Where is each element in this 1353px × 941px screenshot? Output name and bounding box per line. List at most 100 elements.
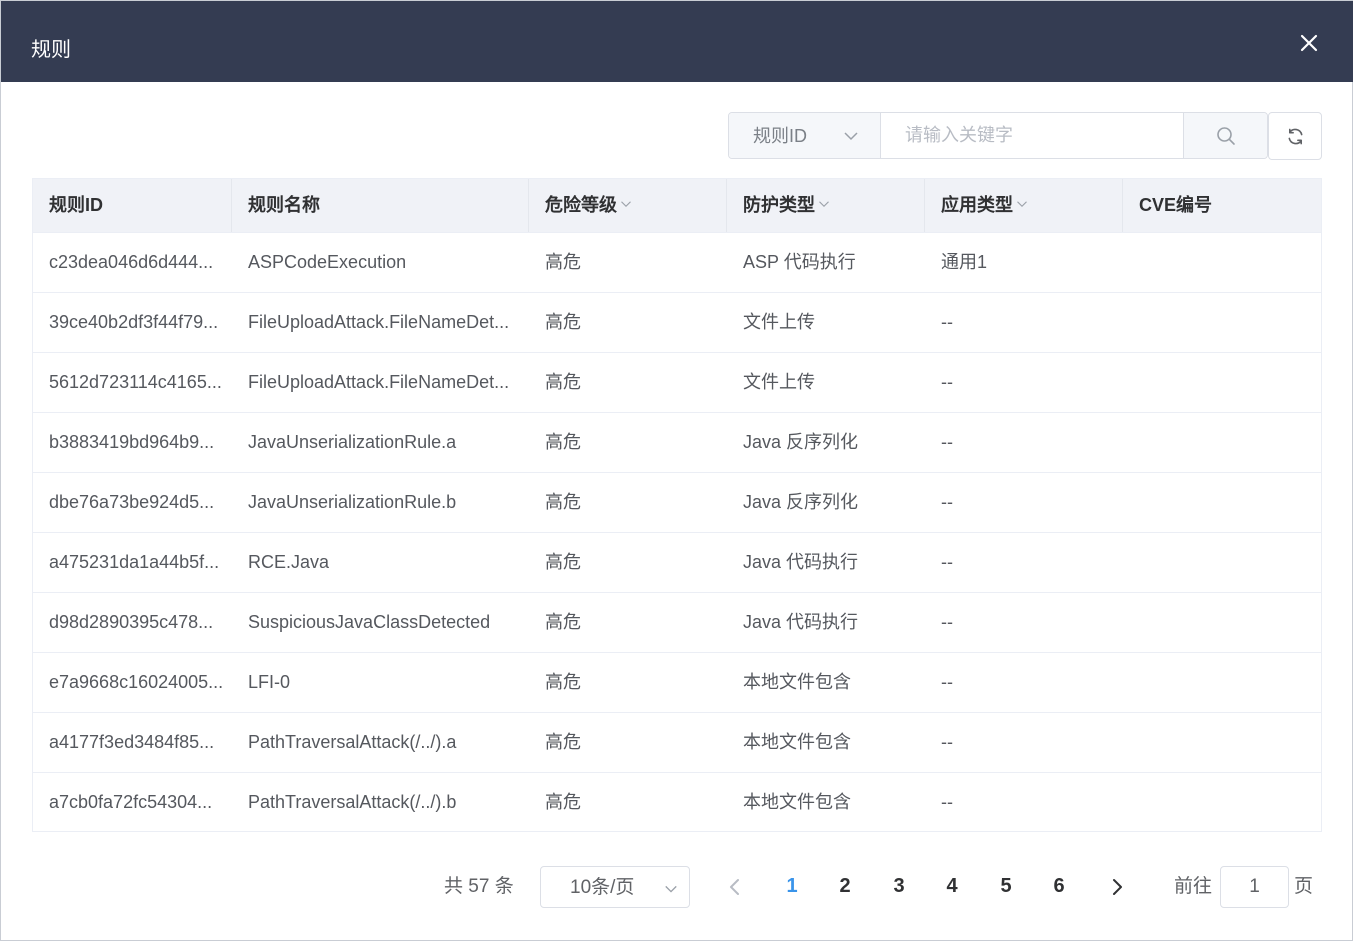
table-cell: b3883419bd964b9...: [49, 432, 215, 452]
page-number[interactable]: 1: [777, 873, 807, 899]
close-button[interactable]: [1295, 29, 1323, 57]
chevron-left-icon: [730, 879, 739, 895]
table-cell: Java 代码执行: [743, 552, 859, 572]
column-header: CVE编号: [1123, 179, 1321, 232]
page-number[interactable]: 4: [937, 873, 967, 899]
table-row[interactable]: a4177f3ed3484f85... PathTraversalAttack(/…: [33, 712, 1321, 772]
table-cell: JavaUnserializationRule.b: [248, 492, 457, 512]
table-cell: 本地文件包含: [743, 732, 851, 752]
column-header[interactable]: 防护类型: [727, 179, 925, 232]
table-cell: [1123, 233, 1321, 292]
chevron-down-icon: [665, 885, 677, 893]
table-cell: PathTraversalAttack(/../).b: [248, 792, 457, 812]
table-row[interactable]: 39ce40b2df3f44f79... FileUploadAttack.Fil…: [33, 292, 1321, 352]
chevron-down-icon: [819, 201, 829, 208]
table-cell: JavaUnserializationRule.a: [248, 432, 457, 452]
table-cell: [1123, 773, 1321, 832]
table-cell: Java 反序列化: [743, 492, 859, 512]
table-row[interactable]: d98d2890395c478... SuspiciousJavaClassDet…: [33, 592, 1321, 652]
table-cell: a7cb0fa72fc54304...: [49, 792, 213, 812]
table-cell: [1123, 713, 1321, 772]
table-cell: 高危: [545, 552, 581, 572]
chevron-down-icon: [621, 201, 631, 208]
page-suffix-label: 页: [1294, 876, 1314, 897]
dialog-header: 规则: [1, 1, 1353, 82]
table-header: 规则ID 规则名称 危险等级 防护类型 应用类型 CVE编号: [33, 179, 1321, 232]
close-icon: [1300, 34, 1318, 52]
table-row[interactable]: c23dea046d6d444... ASPCodeExecution 高危 ASP …: [33, 232, 1321, 292]
page-size-value: 10条/页: [570, 877, 635, 898]
goto-page-input[interactable]: [1220, 866, 1289, 908]
table-cell: --: [941, 792, 953, 812]
pagination: 共 57 条 10条/页 123456 前往 页: [1, 865, 1353, 909]
table-cell: 高危: [545, 792, 581, 812]
dialog-title: 规则: [31, 39, 71, 61]
table-cell: Java 反序列化: [743, 432, 859, 452]
column-header[interactable]: 应用类型: [925, 179, 1123, 232]
column-header-label: 规则名称: [248, 195, 320, 215]
page-number[interactable]: 2: [830, 873, 860, 899]
table-cell: 5612d723114c4165...: [49, 372, 222, 392]
column-header[interactable]: 危险等级: [529, 179, 727, 232]
table-cell: --: [941, 372, 953, 392]
table-cell: FileUploadAttack.FileNameDet...: [248, 312, 510, 332]
refresh-button[interactable]: [1268, 112, 1322, 160]
table-cell: 高危: [545, 312, 581, 332]
prev-page-button[interactable]: [723, 875, 747, 899]
chevron-right-icon: [1113, 879, 1122, 895]
chevron-down-icon: [844, 132, 858, 141]
table-cell: 高危: [545, 732, 581, 752]
table-row[interactable]: b3883419bd964b9... JavaUnserializationRul…: [33, 412, 1321, 472]
page-size-select[interactable]: 10条/页: [540, 866, 690, 908]
search-button[interactable]: [1183, 113, 1267, 158]
goto-label: 前往: [1174, 876, 1213, 897]
table-cell: [1123, 653, 1321, 712]
table-cell: [1123, 473, 1321, 532]
column-header-label: 规则ID: [49, 195, 103, 215]
table-cell: 通用1: [941, 252, 988, 272]
table-cell: [1123, 533, 1321, 592]
table-cell: dbe76a73be924d5...: [49, 492, 215, 512]
table-cell: 高危: [545, 492, 581, 512]
search-bar: 规则ID: [728, 112, 1268, 159]
table-row[interactable]: 5612d723114c4165... FileUploadAttack.File…: [33, 352, 1321, 412]
table-cell: 高危: [545, 432, 581, 452]
table-cell: 高危: [545, 372, 581, 392]
table-row[interactable]: a475231da1a44b5f... RCE.Java 高危 Java 代码执行 --: [33, 532, 1321, 592]
table-cell: FileUploadAttack.FileNameDet...: [248, 372, 510, 392]
next-page-button[interactable]: [1105, 875, 1129, 899]
table-cell: --: [941, 552, 953, 572]
column-header-label: 防护类型: [743, 195, 815, 215]
table-row[interactable]: a7cb0fa72fc54304... PathTraversalAttack(/…: [33, 772, 1321, 832]
table-row[interactable]: e7a9668c16024005... LFI-0 高危 本地文件包含 --: [33, 652, 1321, 712]
page-number[interactable]: 3: [884, 873, 914, 899]
refresh-icon: [1288, 128, 1303, 145]
search-icon: [1217, 127, 1235, 145]
table-cell: e7a9668c16024005...: [49, 672, 224, 692]
rules-dialog: 规则 规则ID 规则ID规则名称危险等: [0, 0, 1353, 941]
table-cell: --: [941, 432, 953, 452]
table-cell: 高危: [545, 672, 581, 692]
column-header: 规则ID: [33, 179, 232, 232]
table-cell: 文件上传: [743, 372, 815, 392]
table-cell: 高危: [545, 252, 581, 272]
table-row[interactable]: dbe76a73be924d5... JavaUnserializationRul…: [33, 472, 1321, 532]
page-number[interactable]: 6: [1044, 873, 1074, 899]
column-header: 规则名称: [232, 179, 529, 232]
table-cell: ASPCodeExecution: [248, 252, 407, 272]
search-field-select[interactable]: 规则ID: [729, 113, 881, 158]
table-cell: 本地文件包含: [743, 672, 851, 692]
table-cell: 39ce40b2df3f44f79...: [49, 312, 219, 332]
table-cell: d98d2890395c478...: [49, 612, 214, 632]
search-input[interactable]: [881, 113, 1183, 158]
column-header-label: CVE编号: [1139, 195, 1213, 215]
table-cell: LFI-0: [248, 672, 291, 692]
table-cell: [1123, 413, 1321, 472]
table-cell: SuspiciousJavaClassDetected: [248, 612, 491, 632]
table-cell: ASP 代码执行: [743, 252, 856, 272]
page-number[interactable]: 5: [991, 873, 1021, 899]
table-cell: --: [941, 612, 953, 632]
column-header-label: 危险等级: [545, 195, 617, 215]
table-cell: a4177f3ed3484f85...: [49, 732, 215, 752]
table-cell: --: [941, 672, 953, 692]
